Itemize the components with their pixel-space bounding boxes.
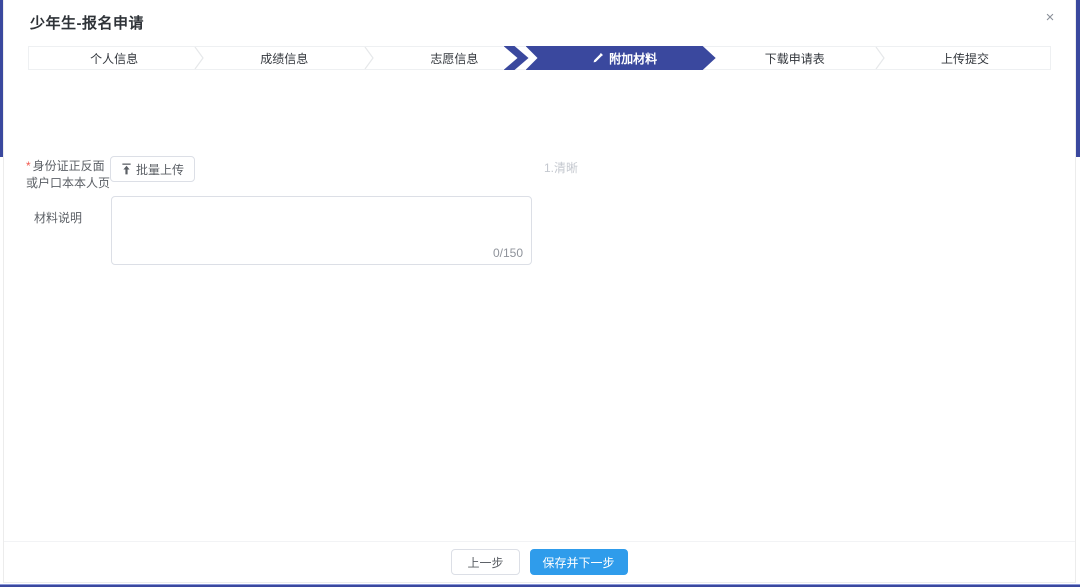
step-upload-submit[interactable]: 上传提交 [880,47,1050,69]
step-label: 成绩信息 [260,50,308,67]
registration-modal: 少年生-报名申请 × 个人信息 成绩信息 志愿信息 [3,0,1076,583]
step-label-text: 附加材料 [609,50,657,67]
step-label: 下载申请表 [765,50,825,67]
material-note-textarea[interactable] [111,196,532,265]
batch-upload-label: 批量上传 [136,161,184,178]
upload-icon [121,163,132,175]
required-asterisk: * [26,159,31,173]
previous-step-button[interactable]: 上一步 [451,549,519,575]
batch-upload-button[interactable]: 批量上传 [110,156,195,182]
material-note-label: 材料说明 [34,209,82,226]
modal-header: 少年生-报名申请 × [4,0,1075,43]
pencil-icon [592,53,603,64]
step-label: 附加材料 [592,50,657,67]
modal-footer: 上一步 保存并下一步 [4,541,1075,582]
char-counter: 0/150 [489,246,523,260]
step-label: 志愿信息 [430,50,478,67]
step-download-form[interactable]: 下载申请表 [710,47,880,69]
upload-requirement-hint: 1.清晰 [544,159,578,176]
step-label: 上传提交 [941,50,989,67]
step-label: 个人信息 [90,50,138,67]
material-note-wrap: 0/150 [111,196,532,265]
id-card-label-text: 身份证正反面或户口本本人页 [26,159,110,190]
close-icon[interactable]: × [1041,9,1059,27]
modal-title: 少年生-报名申请 [30,12,1049,33]
wizard-stepper: 个人信息 成绩信息 志愿信息 [28,46,1051,70]
step-additional-materials[interactable]: 附加材料 [540,47,710,69]
id-card-field-label: *身份证正反面或户口本本人页 [26,158,112,192]
save-and-next-button[interactable]: 保存并下一步 [530,549,628,575]
step-score-info[interactable]: 成绩信息 [199,47,369,69]
page: 少年生-报名申请 × 个人信息 成绩信息 志愿信息 [0,0,1080,587]
page-edge-accent-right [1076,0,1080,157]
step-personal-info[interactable]: 个人信息 [29,47,199,69]
